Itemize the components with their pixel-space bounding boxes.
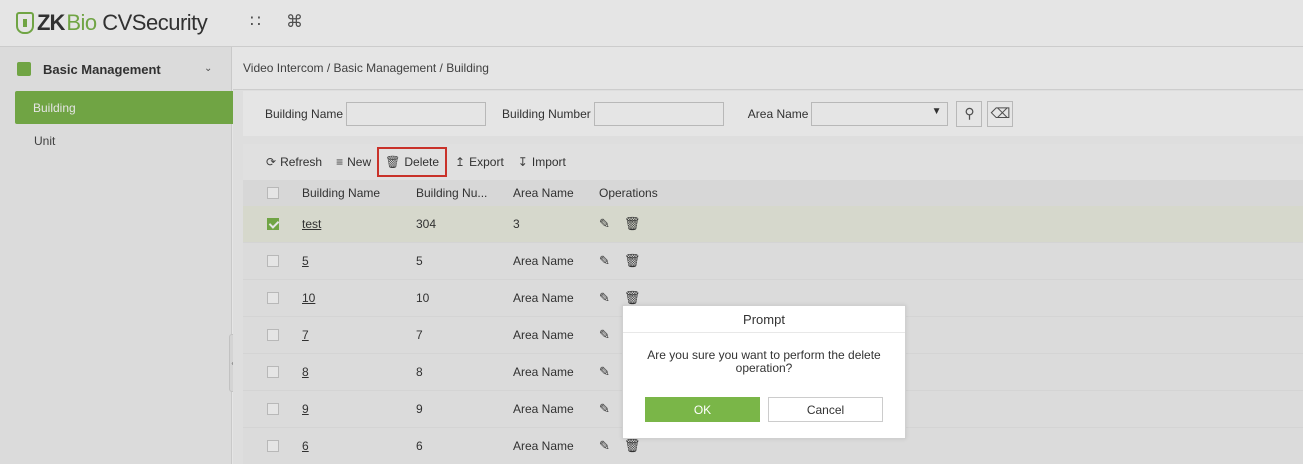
dialog-title: Prompt: [623, 306, 905, 333]
dialog-buttons: OK Cancel: [623, 397, 905, 422]
cancel-button[interactable]: Cancel: [768, 397, 883, 422]
ok-button[interactable]: OK: [645, 397, 760, 422]
dialog-message: Are you sure you want to perform the del…: [647, 348, 881, 375]
prompt-dialog: Prompt Are you sure you want to perform …: [622, 305, 906, 439]
